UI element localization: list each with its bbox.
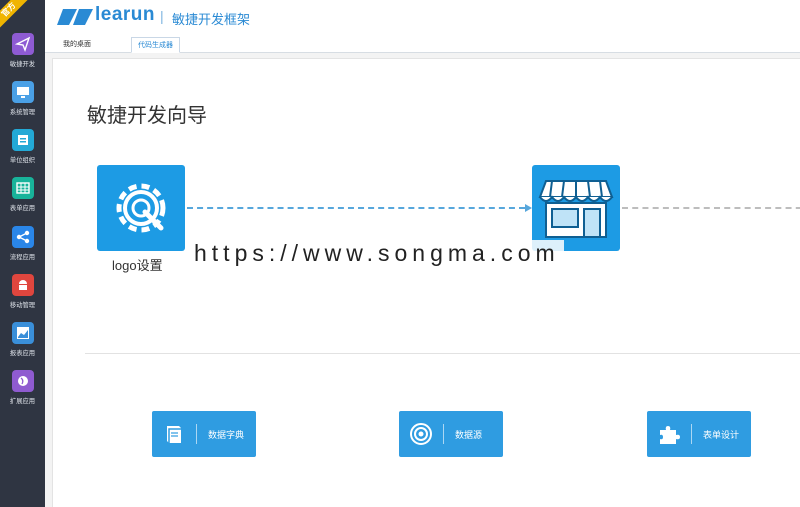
android-icon bbox=[11, 274, 34, 296]
flow-arrow-line bbox=[187, 207, 525, 209]
sidebar-item-report[interactable]: 报表应用 bbox=[0, 322, 45, 370]
official-ribbon: 官方 bbox=[0, 0, 30, 31]
watermark-text: https://www.songma.com bbox=[190, 240, 564, 267]
step-store[interactable] bbox=[532, 165, 620, 251]
store-icon bbox=[538, 180, 614, 238]
sidebar-item-label: 移动管理 bbox=[9, 302, 36, 309]
tab-code-generator[interactable]: 代码生成器 bbox=[131, 37, 180, 53]
sidebar-item-workflow[interactable]: 流程应用 bbox=[0, 226, 45, 274]
book-icon bbox=[167, 426, 181, 443]
share-icon bbox=[11, 226, 34, 248]
sidebar-item-agile-dev[interactable]: 敏捷开发 bbox=[0, 33, 45, 81]
step-label: logo设置 bbox=[112, 258, 163, 273]
sidebar-item-label: 表单应用 bbox=[9, 205, 36, 212]
step-logo-settings[interactable] bbox=[97, 165, 185, 251]
section-divider bbox=[85, 353, 800, 354]
button-separator bbox=[443, 424, 444, 444]
brand-separator: | bbox=[160, 8, 164, 24]
globe-icon bbox=[11, 370, 34, 392]
button-label: 数据源 bbox=[455, 430, 483, 440]
paper-plane-icon bbox=[11, 33, 34, 55]
tab-my-desktop[interactable]: 我的桌面 bbox=[57, 37, 97, 53]
sidebar-item-label: 系统管理 bbox=[9, 109, 36, 116]
sidebar: 官方 敏捷开发 系统管理 单位组织 表单应用 流程应用 移动管理 报表应用 扩展… bbox=[0, 0, 45, 507]
button-label: 数据字典 bbox=[208, 430, 245, 440]
monitor-icon bbox=[11, 81, 34, 103]
puzzle-icon bbox=[660, 426, 680, 444]
page-title: 敏捷开发向导 bbox=[87, 105, 207, 127]
target-icon bbox=[410, 423, 432, 445]
learun-logo-icon bbox=[57, 9, 93, 25]
data-source-button[interactable]: 数据源 bbox=[399, 411, 503, 457]
form-design-button[interactable]: 表单设计 bbox=[647, 411, 751, 457]
sidebar-item-mobile[interactable]: 移动管理 bbox=[0, 274, 45, 322]
tab-bar: 我的桌面 代码生成器 bbox=[45, 34, 800, 53]
sidebar-item-org[interactable]: 单位组织 bbox=[0, 129, 45, 177]
sidebar-item-form[interactable]: 表单应用 bbox=[0, 177, 45, 225]
sidebar-item-extend[interactable]: 扩展应用 bbox=[0, 370, 45, 418]
app-window: 官方 敏捷开发 系统管理 单位组织 表单应用 流程应用 移动管理 报表应用 扩展… bbox=[0, 0, 800, 507]
button-separator bbox=[691, 424, 692, 444]
badge-icon bbox=[11, 129, 34, 151]
brand-subtitle: 敏捷开发框架 bbox=[172, 12, 251, 27]
sidebar-item-label: 敏捷开发 bbox=[9, 61, 36, 68]
data-dictionary-button[interactable]: 数据字典 bbox=[152, 411, 256, 457]
flow-pending-line bbox=[622, 207, 800, 209]
sidebar-item-label: 单位组织 bbox=[9, 157, 36, 164]
sidebar-item-label: 扩展应用 bbox=[9, 398, 36, 405]
header: learun | 敏捷开发框架 bbox=[45, 0, 800, 34]
sidebar-item-label: 报表应用 bbox=[9, 350, 36, 357]
button-label: 表单设计 bbox=[703, 430, 740, 440]
gear-wrench-icon bbox=[116, 183, 166, 233]
table-icon bbox=[11, 177, 34, 199]
brand-name: learun bbox=[95, 4, 156, 25]
sidebar-item-system[interactable]: 系统管理 bbox=[0, 81, 45, 129]
chart-icon bbox=[11, 322, 34, 344]
flow-arrow-head bbox=[525, 204, 532, 212]
main-panel: 敏捷开发向导 logo设置 数据字典 数据源 表单设计 bbox=[52, 58, 800, 507]
button-separator bbox=[196, 424, 197, 444]
sidebar-item-label: 流程应用 bbox=[9, 254, 36, 261]
